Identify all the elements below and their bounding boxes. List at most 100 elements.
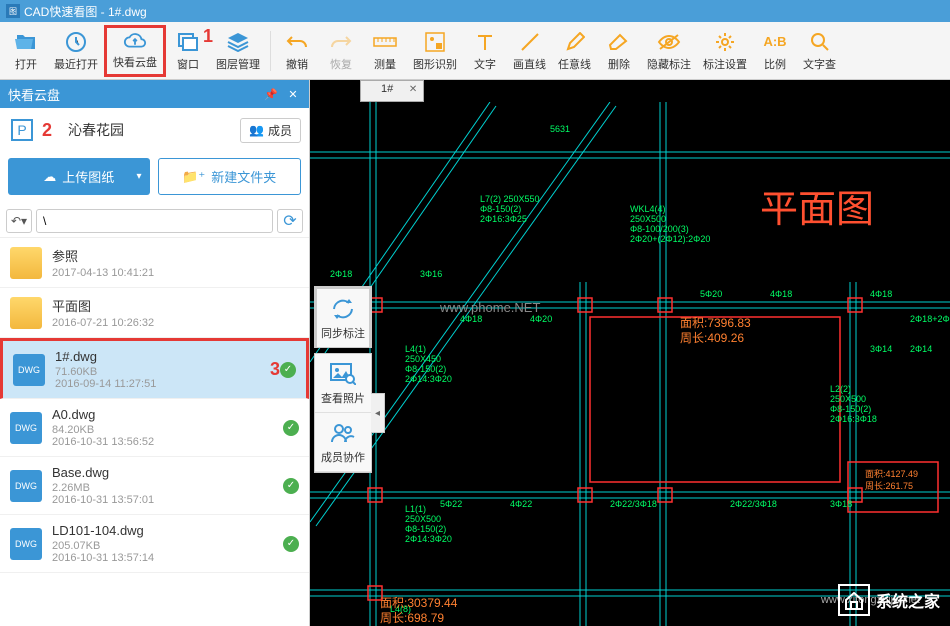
recognize-button[interactable]: 图形识别 xyxy=(407,25,463,77)
floating-toolbar: 同步标注 xyxy=(314,286,372,348)
redo-button[interactable]: 恢复 xyxy=(319,25,363,77)
svg-text:2Φ16:3Φ18: 2Φ16:3Φ18 xyxy=(830,414,877,424)
collapse-handle[interactable]: ◂ xyxy=(371,393,385,433)
logo-overlay: 系统之家 xyxy=(838,584,940,616)
file-item-[interactable]: 参照2017-04-13 10:41:21 xyxy=(0,238,309,288)
svg-text:4Φ22: 4Φ22 xyxy=(510,499,532,509)
eye-off-icon xyxy=(657,30,681,54)
file-list[interactable]: 参照2017-04-13 10:41:21平面图2016-07-21 10:26… xyxy=(0,237,309,626)
sync-annotations-button[interactable]: 同步标注 xyxy=(317,289,369,347)
folder-plus-icon: 📁⁺ xyxy=(182,169,205,185)
svg-text:面积:7396.83: 面积:7396.83 xyxy=(680,316,751,330)
text-button[interactable]: 文字 xyxy=(463,25,507,77)
freeline-button[interactable]: 任意线 xyxy=(552,25,597,77)
cad-drawing: L7(2) 250X550 Φ8-150(2) 2Φ16:3Φ25 L4(1) … xyxy=(310,102,950,626)
chevron-down-icon: ▾ xyxy=(136,171,141,182)
layers-button[interactable]: 图层管理 xyxy=(210,25,266,77)
app-icon: 图 xyxy=(6,4,20,18)
tab-bar: 1# ✕ xyxy=(360,80,424,102)
redo-icon xyxy=(329,30,353,54)
upload-button[interactable]: ☁ 上传图纸 ▾ xyxy=(8,158,150,195)
textsearch-button[interactable]: 文字查 xyxy=(797,25,842,77)
ruler-icon xyxy=(373,30,397,54)
undo-button[interactable]: 撤销 xyxy=(275,25,319,77)
svg-text:2Φ18+2Φ14: 2Φ18+2Φ14 xyxy=(910,314,950,324)
recent-button[interactable]: 最近打开 xyxy=(48,25,104,77)
file-name: 1#.dwg xyxy=(55,349,260,364)
svg-text:2Φ14: 2Φ14 xyxy=(910,344,932,354)
back-button[interactable]: ↶▾ xyxy=(6,209,32,233)
highlight-3: 3 xyxy=(270,359,280,380)
svg-text:平面图: 平面图 xyxy=(760,189,874,231)
measure-button[interactable]: 测量 xyxy=(363,25,407,77)
layers-icon xyxy=(226,30,250,54)
synced-icon: ✓ xyxy=(283,536,299,552)
pencil-icon xyxy=(563,30,587,54)
svg-text:周长:261.75: 周长:261.75 xyxy=(865,480,913,491)
view-photo-button[interactable]: 查看照片 xyxy=(315,354,371,413)
main-area: 快看云盘 📌 ✕ P 2 沁春花园 👥 成员 ☁ 上传图纸 ▾ 📁⁺ 新 xyxy=(0,80,950,626)
svg-text:Φ8-100/200(3): Φ8-100/200(3) xyxy=(630,224,689,234)
svg-text:2Φ22/3Φ18: 2Φ22/3Φ18 xyxy=(730,499,777,509)
svg-text:4Φ18: 4Φ18 xyxy=(770,289,792,299)
close-icon[interactable]: ✕ xyxy=(285,86,301,102)
sidebar-header: 快看云盘 📌 ✕ xyxy=(0,80,309,108)
svg-text:周长:698.79: 周长:698.79 xyxy=(380,611,444,625)
folder-open-icon xyxy=(14,30,38,54)
scale-button[interactable]: A:B 比例 xyxy=(753,25,797,77)
svg-text:2Φ14:3Φ20: 2Φ14:3Φ20 xyxy=(405,374,452,384)
highlight-1: 1 xyxy=(203,26,213,47)
marksetting-button[interactable]: 标注设置 xyxy=(697,25,753,77)
collab-button[interactable]: 成员协作 xyxy=(315,413,371,472)
sidebar: 快看云盘 📌 ✕ P 2 沁春花园 👥 成员 ☁ 上传图纸 ▾ 📁⁺ 新 xyxy=(0,80,310,626)
cad-canvas[interactable]: 1# ✕ 同步标注 查看照片 成员协作 ◂ xyxy=(310,80,950,626)
floating-toolbar-2: 查看照片 成员协作 ◂ xyxy=(314,353,372,473)
file-item-a0dwg[interactable]: DWGA0.dwg84.20KB2016-10-31 13:56:52✓ xyxy=(0,399,309,457)
svg-text:P: P xyxy=(17,122,26,138)
file-item-ld101104dwg[interactable]: DWGLD101-104.dwg205.07KB2016-10-31 13:57… xyxy=(0,515,309,573)
recognize-icon xyxy=(423,30,447,54)
path-input[interactable] xyxy=(36,209,273,233)
svg-text:3Φ14: 3Φ14 xyxy=(870,344,892,354)
svg-text:WKL4(4): WKL4(4) xyxy=(630,204,666,214)
hidemark-button[interactable]: 隐藏标注 xyxy=(641,25,697,77)
pin-icon[interactable]: 📌 xyxy=(263,86,279,102)
sync-icon xyxy=(329,295,357,323)
delete-button[interactable]: 删除 xyxy=(597,25,641,77)
members-button[interactable]: 👥 成员 xyxy=(240,118,301,143)
cloud-button[interactable]: 快看云盘 xyxy=(104,25,166,77)
file-item-1dwg[interactable]: DWG1#.dwg71.60KB2016-09-14 11:27:513✓ xyxy=(0,338,309,399)
project-name: 沁春花园 xyxy=(68,120,234,140)
file-name: A0.dwg xyxy=(52,407,283,422)
drawing-tab[interactable]: 1# ✕ xyxy=(360,80,424,102)
svg-text:L4(1): L4(1) xyxy=(405,344,426,354)
highlight-2: 2 xyxy=(42,120,52,141)
tab-close-icon[interactable]: ✕ xyxy=(409,84,417,95)
svg-text:2Φ14:3Φ20: 2Φ14:3Φ20 xyxy=(405,534,452,544)
svg-text:4Φ18: 4Φ18 xyxy=(870,289,892,299)
file-name: LD101-104.dwg xyxy=(52,523,283,538)
image-search-icon xyxy=(329,360,357,388)
path-row: ↶▾ ⟳ xyxy=(0,205,309,237)
project-icon: P xyxy=(8,116,36,144)
file-name: 参照 xyxy=(52,246,299,265)
search-icon xyxy=(808,30,832,54)
svg-text:4Φ18: 4Φ18 xyxy=(460,314,482,324)
svg-text:面积:30379.44: 面积:30379.44 xyxy=(380,596,458,610)
file-item-[interactable]: 平面图2016-07-21 10:26:32 xyxy=(0,288,309,338)
svg-text:L1(1): L1(1) xyxy=(405,504,426,514)
svg-text:2Φ22/3Φ18: 2Φ22/3Φ18 xyxy=(610,499,657,509)
svg-text:5631: 5631 xyxy=(550,124,570,134)
eraser-icon xyxy=(607,30,631,54)
file-item-basedwg[interactable]: DWGBase.dwg2.26MB2016-10-31 13:57:01✓ xyxy=(0,457,309,515)
clock-icon xyxy=(64,30,88,54)
newfolder-button[interactable]: 📁⁺ 新建文件夹 xyxy=(158,158,302,195)
file-name: 平面图 xyxy=(52,296,299,315)
svg-text:面积:4127.49: 面积:4127.49 xyxy=(865,468,918,479)
refresh-button[interactable]: ⟳ xyxy=(277,209,303,233)
svg-text:L2(2): L2(2) xyxy=(830,384,851,394)
titlebar: 图 CAD快速看图 - 1#.dwg xyxy=(0,0,950,22)
open-button[interactable]: 打开 xyxy=(4,25,48,77)
line-button[interactable]: 画直线 xyxy=(507,25,552,77)
action-row: ☁ 上传图纸 ▾ 📁⁺ 新建文件夹 xyxy=(0,152,309,205)
